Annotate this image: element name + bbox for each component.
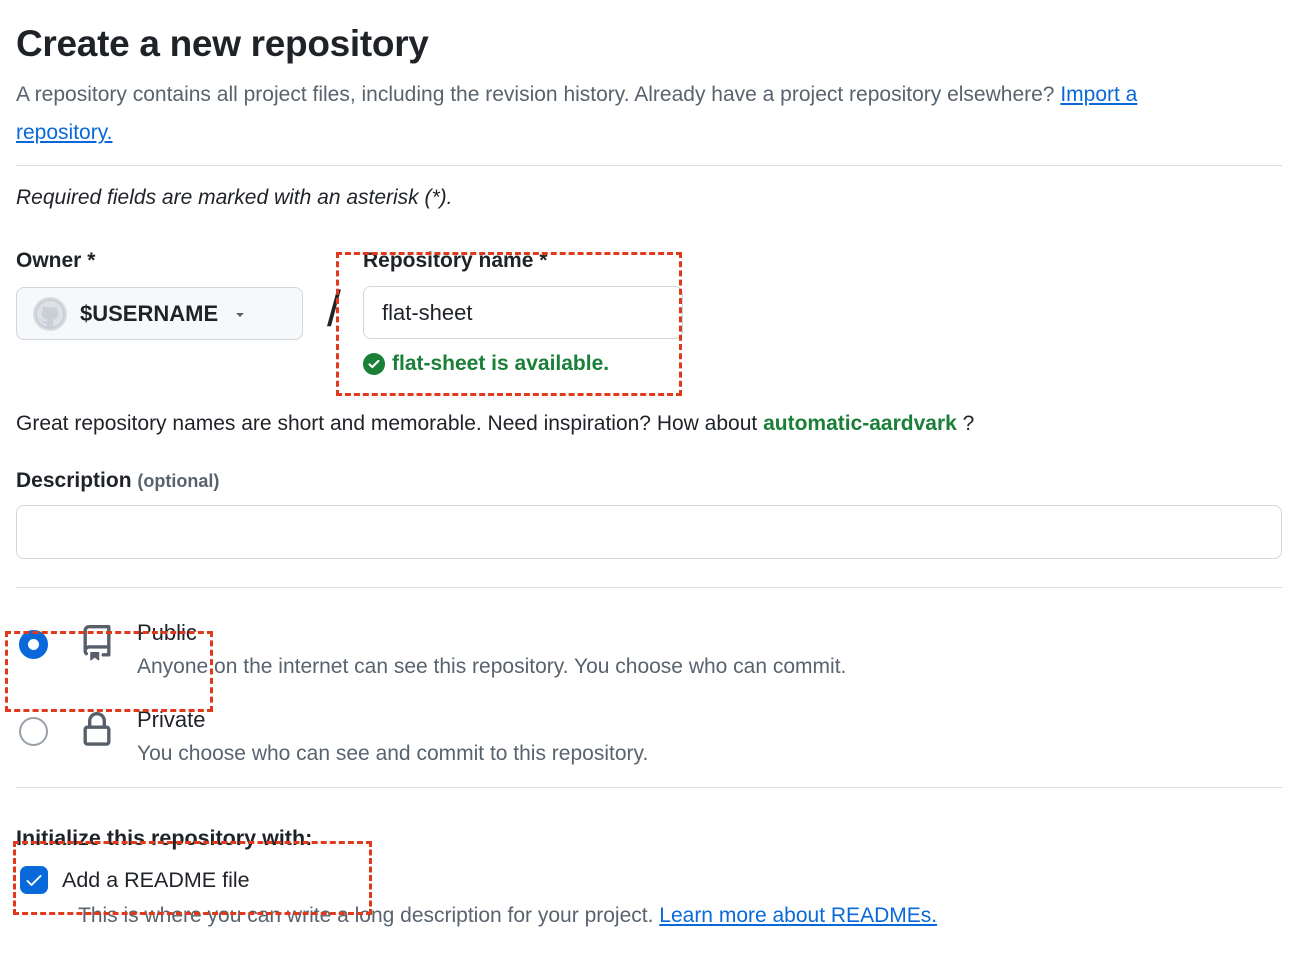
- owner-avatar: [33, 297, 67, 331]
- readme-checkbox-row: Add a README file: [16, 866, 1282, 894]
- availability-message: flat-sheet is available.: [363, 352, 683, 376]
- intro-paragraph: A repository contains all project files,…: [16, 76, 1206, 152]
- name-suggestion-line: Great repository names are short and mem…: [16, 412, 1282, 436]
- public-option-text: Public Anyone on the internet can see th…: [137, 618, 846, 681]
- public-option-label[interactable]: Public: [137, 618, 197, 648]
- readme-checkbox-label[interactable]: Add a README file: [62, 868, 250, 893]
- readme-checkbox[interactable]: [20, 866, 48, 894]
- page-title: Create a new repository: [16, 0, 1282, 67]
- repository-name-input[interactable]: [363, 286, 683, 339]
- private-option-description: You choose who can see and commit to thi…: [137, 740, 648, 768]
- repository-name-field: Repository name * flat-sheet is availabl…: [350, 247, 683, 376]
- owner-selected-value: $USERNAME: [80, 301, 218, 327]
- owner-repo-separator: /: [319, 283, 349, 336]
- public-option-description: Anyone on the internet can see this repo…: [137, 653, 846, 681]
- readme-note: This is where you can write a long descr…: [78, 904, 1282, 928]
- description-label: Description (optional): [16, 469, 1282, 493]
- private-option-label[interactable]: Private: [137, 705, 205, 735]
- owner-repo-row: Owner * $USERNAME / Repository name * fl…: [16, 247, 1282, 376]
- divider-initialize: [16, 787, 1282, 788]
- divider-visibility: [16, 587, 1282, 588]
- visibility-option-public: Public Anyone on the internet can see th…: [16, 618, 1282, 681]
- repo-book-icon: [79, 623, 115, 663]
- private-option-text: Private You choose who can see and commi…: [137, 705, 648, 768]
- github-octocat-icon: [37, 301, 63, 327]
- create-repository-page: Create a new repository A repository con…: [0, 0, 1298, 972]
- intro-text: A repository contains all project files,…: [16, 83, 1054, 106]
- repository-name-label: Repository name *: [363, 247, 683, 275]
- description-optional-note: (optional): [137, 471, 219, 491]
- owner-required-asterisk: *: [87, 249, 95, 272]
- availability-text: flat-sheet is available.: [392, 352, 609, 376]
- visibility-option-private: Private You choose who can see and commi…: [16, 705, 1282, 768]
- owner-dropdown-button[interactable]: $USERNAME: [16, 287, 303, 340]
- repo-required-asterisk: *: [539, 249, 547, 272]
- lock-icon: [79, 710, 115, 750]
- chevron-down-icon: [232, 306, 248, 322]
- description-input[interactable]: [16, 505, 1282, 559]
- checkmark-icon: [24, 870, 44, 890]
- suggested-name: automatic-aardvark: [763, 412, 957, 435]
- divider-top: [16, 165, 1282, 166]
- check-circle-icon: [363, 353, 385, 375]
- public-radio[interactable]: [19, 630, 48, 659]
- learn-more-readmes-link[interactable]: Learn more about READMEs.: [659, 904, 937, 927]
- owner-label: Owner *: [16, 247, 303, 275]
- initialize-heading: Initialize this repository with:: [16, 826, 1282, 851]
- required-fields-note: Required fields are marked with an aster…: [16, 186, 1282, 210]
- owner-field: Owner * $USERNAME: [16, 247, 303, 340]
- private-radio[interactable]: [19, 717, 48, 746]
